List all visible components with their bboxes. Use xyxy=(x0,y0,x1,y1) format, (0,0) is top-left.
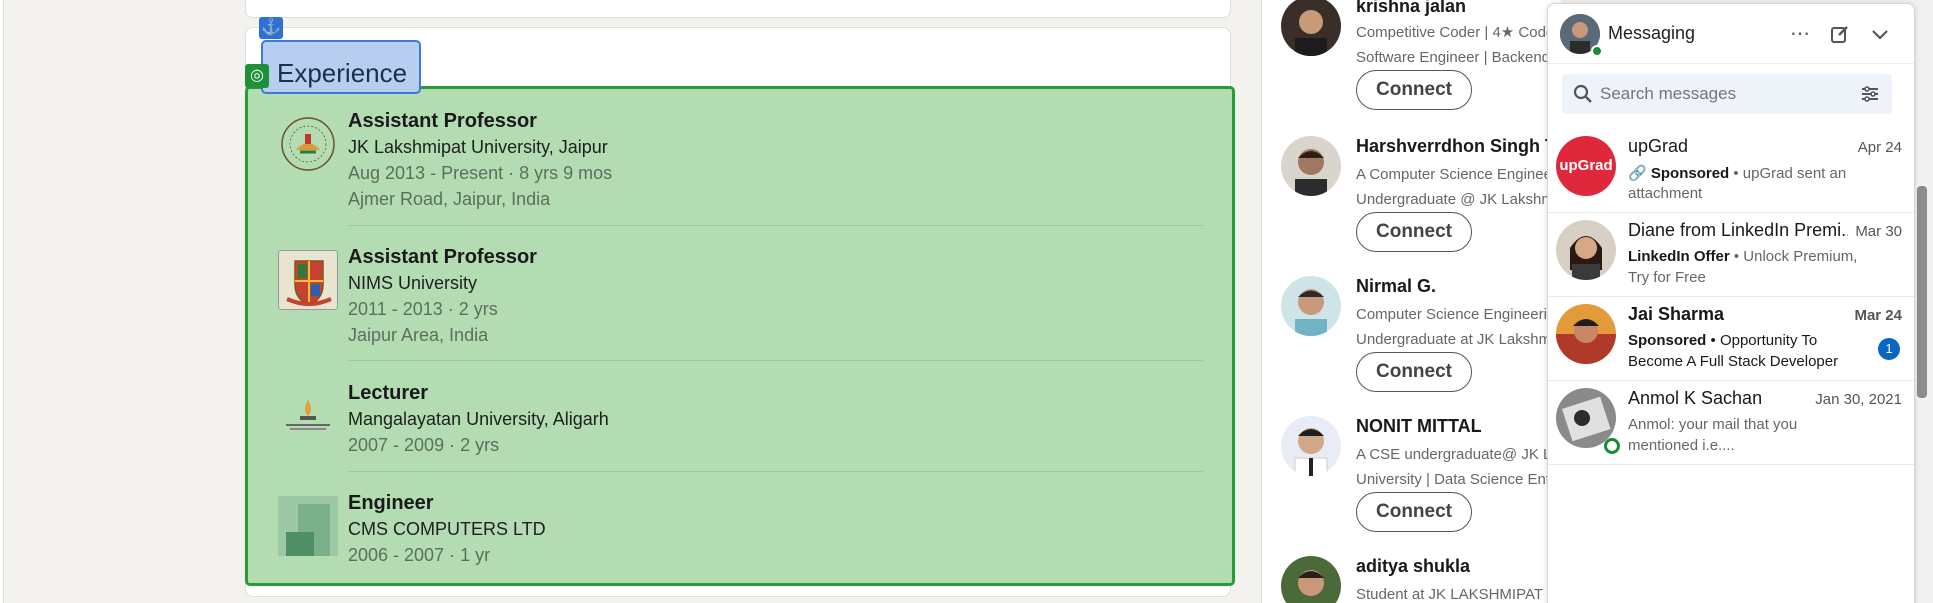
conversation-name: Jai Sharma xyxy=(1628,304,1725,324)
headline-line: Competitive Coder | 4★ Code xyxy=(1356,24,1555,41)
upgrad-avatar: upGrad xyxy=(1556,136,1616,196)
headline-line: Computer Science Engineerin xyxy=(1356,306,1556,323)
conversation-item[interactable]: Diane from LinkedIn Premi... Mar 30 Link… xyxy=(1548,214,1914,297)
conversation-item[interactable]: upGrad upGrad Apr 24 🔗 Sponsored • upGra… xyxy=(1548,130,1914,213)
person-headline: A Computer Science Enginee Undergraduate… xyxy=(1356,162,1576,212)
avatar xyxy=(1281,136,1341,196)
conversation-name: upGrad xyxy=(1628,136,1689,156)
connect-button[interactable]: Connect xyxy=(1356,352,1472,392)
nims-crest-logo-icon xyxy=(278,250,338,310)
placeholder-company-logo-icon xyxy=(278,496,338,556)
avatar xyxy=(1281,276,1341,336)
messaging-panel: Messaging ⋯ upGrad upGrad Apr 24 🔗 Spons… xyxy=(1547,3,1915,603)
message-search[interactable] xyxy=(1562,74,1892,114)
connect-button[interactable]: Connect xyxy=(1356,212,1472,252)
mangalayatan-logo-icon xyxy=(278,386,338,446)
preview-text: Unlock Premium, xyxy=(1743,248,1858,265)
avatar xyxy=(1556,220,1616,280)
experience-role: Lecturer xyxy=(348,382,429,404)
headline-line: Software Engineer | Backend xyxy=(1356,49,1551,66)
target-icon: ◎ xyxy=(245,64,269,88)
person-name: aditya shukla xyxy=(1356,556,1471,576)
experience-section-title: Experience xyxy=(277,58,408,88)
collapse-chevron-icon[interactable] xyxy=(1866,20,1894,48)
conversation-date: Mar 30 xyxy=(1855,223,1902,240)
jklu-logo-icon xyxy=(278,114,338,174)
search-messages-input[interactable] xyxy=(1600,74,1840,114)
avatar xyxy=(1556,304,1616,364)
preview-text: attachment xyxy=(1628,185,1703,202)
person-headline: Student at JK LAKSHMIPAT UI xyxy=(1356,582,1576,603)
headline-line: Undergraduate @ JK Lakshmi xyxy=(1356,191,1558,208)
anchor-icon: ⚓ xyxy=(259,17,283,39)
experience-org: CMS COMPUTERS LTD xyxy=(348,519,546,539)
preview-text: Try for Free xyxy=(1628,269,1706,286)
person-name: Harshverrdhon Singh Ta xyxy=(1356,136,1565,156)
online-status-ring xyxy=(1604,438,1620,454)
conversation-preview: Sponsored • Opportunity To xyxy=(1628,332,1818,349)
compose-icon[interactable] xyxy=(1826,20,1854,48)
scrollbar-thumb[interactable] xyxy=(1917,186,1927,398)
conversation-tag: Sponsored xyxy=(1650,165,1730,182)
person-headline: Computer Science Engineerin Undergraduat… xyxy=(1356,302,1576,352)
preview-text: mentioned i.e.... xyxy=(1628,437,1735,454)
experience-dates: 2007 - 2009 · 2 yrs xyxy=(348,435,500,455)
person-headline: A CSE undergraduate@ JK La University | … xyxy=(1356,442,1576,492)
online-status-dot xyxy=(1591,45,1603,57)
conversation-date: Mar 24 xyxy=(1854,307,1902,324)
experience-org: Mangalayatan University, Aligarh xyxy=(348,409,609,429)
item-divider xyxy=(348,225,1203,226)
search-icon xyxy=(1573,84,1592,103)
experience-org: JK Lakshmipat University, Jaipur xyxy=(348,137,608,157)
preview-text: Anmol: your mail that you xyxy=(1628,416,1798,433)
experience-dates: Aug 2013 - Present · 8 yrs 9 mos xyxy=(348,163,613,183)
item-divider xyxy=(348,471,1203,472)
experience-role: Engineer xyxy=(348,492,434,514)
person-name: Nirmal G. xyxy=(1356,276,1437,296)
experience-org: NIMS University xyxy=(348,273,478,293)
conversation-name: Diane from LinkedIn Premi... xyxy=(1628,220,1848,240)
preview-text: Become A Full Stack Developer xyxy=(1628,353,1839,370)
conversation-item[interactable]: Jai Sharma Mar 24 Sponsored • Opportunit… xyxy=(1548,298,1914,381)
preview-text: upGrad sent an xyxy=(1742,165,1847,182)
headline-line: Undergraduate at JK Lakshmi xyxy=(1356,331,1555,348)
messaging-header[interactable]: Messaging ⋯ xyxy=(1548,4,1914,64)
unread-count-badge: 1 xyxy=(1878,338,1900,360)
conversation-preview: LinkedIn Offer • Unlock Premium, xyxy=(1628,248,1858,265)
person-name: krishna jalan xyxy=(1356,0,1467,16)
connect-button[interactable]: Connect xyxy=(1356,492,1472,532)
headline-line: University | Data Science Enth xyxy=(1356,471,1559,488)
experience-role: Assistant Professor xyxy=(348,246,537,268)
experience-location: Jaipur Area, India xyxy=(348,325,489,345)
window-edge xyxy=(0,0,4,603)
conversation-name: Anmol K Sachan xyxy=(1628,388,1763,408)
headline-line: A CSE undergraduate@ JK La xyxy=(1356,446,1560,463)
conversation-tag: Sponsored xyxy=(1628,332,1707,349)
avatar xyxy=(1281,416,1341,476)
headline-line: Student at JK LAKSHMIPAT UI xyxy=(1356,586,1562,603)
experience-dates: 2006 - 2007 · 1 yr xyxy=(348,545,491,565)
attachment-icon: 🔗 xyxy=(1628,165,1647,182)
preview-text: Opportunity To xyxy=(1719,332,1818,349)
item-divider xyxy=(348,360,1203,361)
experience-location: Ajmer Road, Jaipur, India xyxy=(348,189,551,209)
experience-role: Assistant Professor xyxy=(348,110,537,132)
messaging-title: Messaging xyxy=(1608,23,1696,43)
conversation-tag: LinkedIn Offer xyxy=(1628,248,1730,265)
conversation-item[interactable]: Anmol K Sachan Jan 30, 2021 Anmol: your … xyxy=(1548,382,1914,465)
more-options-icon[interactable]: ⋯ xyxy=(1786,20,1814,48)
connect-button[interactable]: Connect xyxy=(1356,70,1472,110)
person-headline: Competitive Coder | 4★ Code Software Eng… xyxy=(1356,20,1576,70)
person-name: NONIT MITTAL xyxy=(1356,416,1482,436)
headline-line: A Computer Science Enginee xyxy=(1356,166,1552,183)
conversation-date: Apr 24 xyxy=(1857,139,1902,156)
filter-icon[interactable] xyxy=(1860,84,1880,104)
conversation-date: Jan 30, 2021 xyxy=(1815,391,1902,408)
conversation-preview: 🔗 Sponsored • upGrad sent an xyxy=(1628,165,1847,182)
previous-section-card xyxy=(245,0,1231,18)
experience-dates: 2011 - 2013 · 2 yrs xyxy=(348,299,498,319)
